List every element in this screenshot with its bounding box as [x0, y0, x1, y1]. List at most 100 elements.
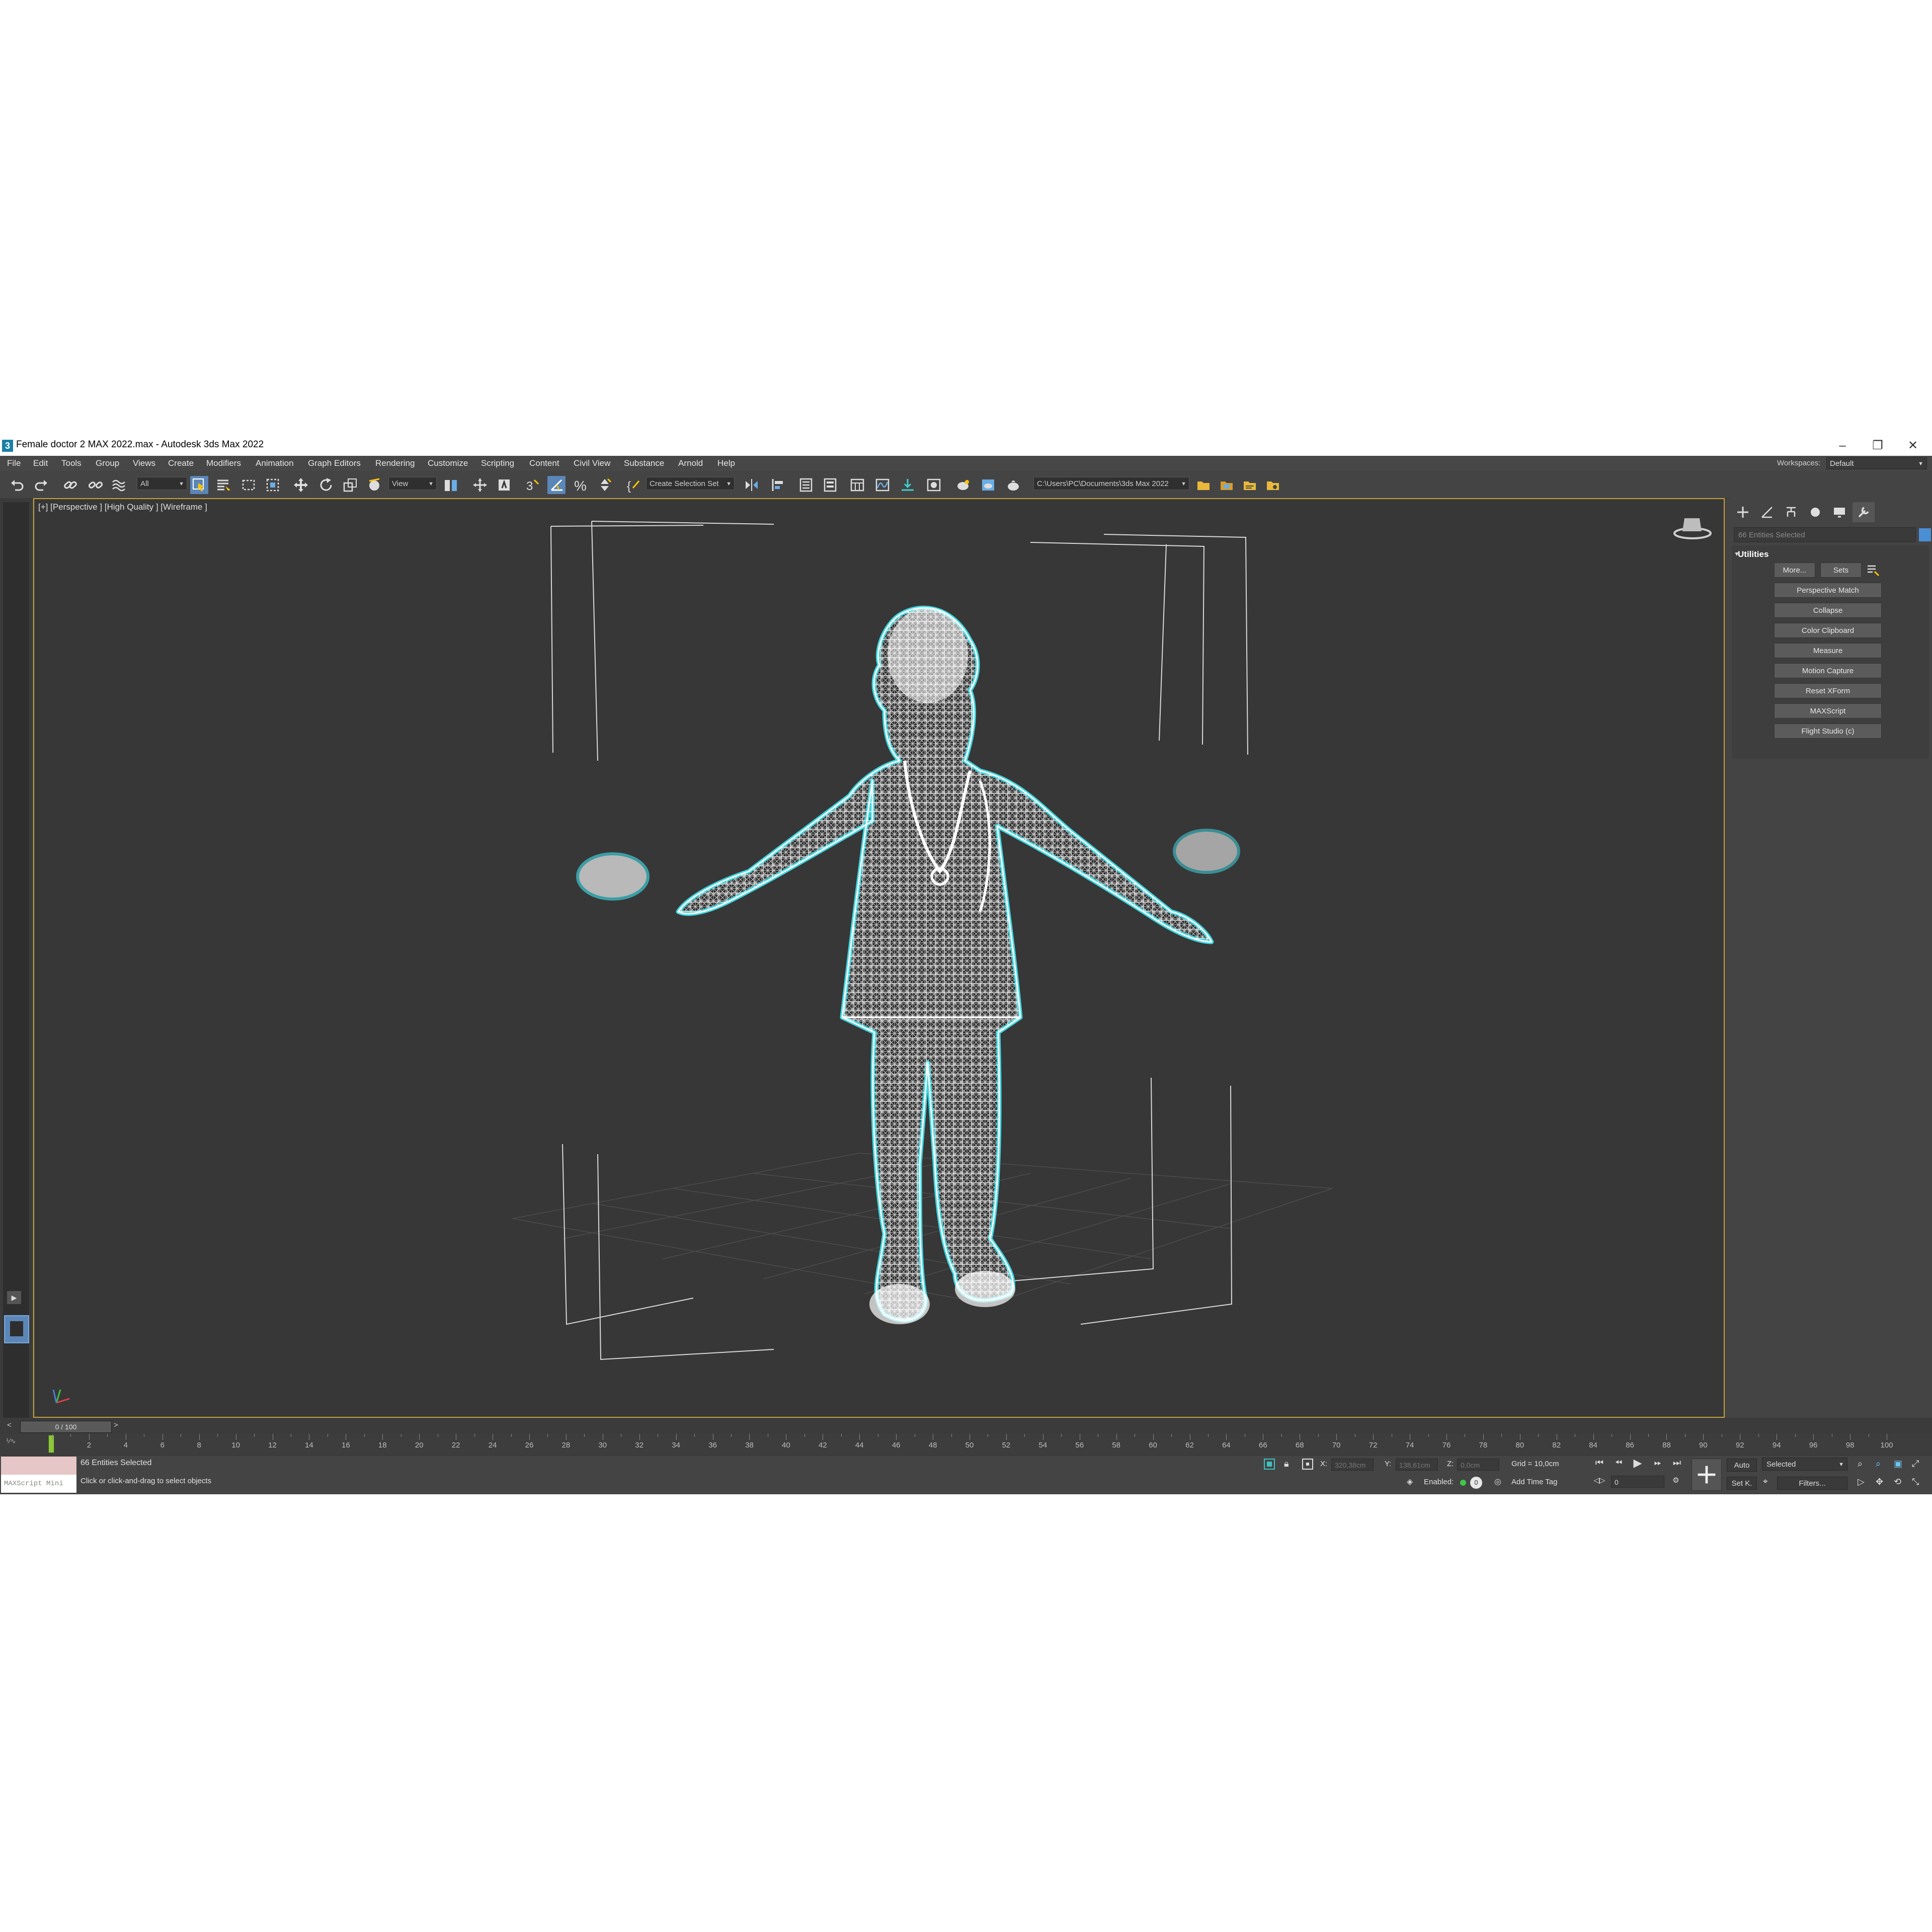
tab-hierarchy[interactable] — [1780, 502, 1802, 522]
menu-customize[interactable]: Customize — [428, 458, 468, 468]
menu-content[interactable]: Content — [529, 458, 559, 468]
absolute-mode-toggle[interactable] — [1302, 1459, 1313, 1470]
move-button[interactable] — [292, 476, 310, 494]
isolate-selection-toggle[interactable] — [1264, 1459, 1275, 1470]
create-selection-set-dropdown[interactable]: Create Selection Set ▼ — [646, 477, 735, 490]
zoom-extents-all-icon[interactable]: ⤢ — [1912, 1459, 1919, 1469]
tab-motion[interactable] — [1804, 502, 1826, 522]
schematic-view-button[interactable] — [899, 476, 917, 494]
percent-snap-button[interactable]: % — [572, 476, 590, 494]
menu-civil-view[interactable]: Civil View — [574, 458, 610, 468]
time-slider-next-button[interactable]: > — [114, 1421, 118, 1429]
filters-button[interactable]: Filters... — [1777, 1477, 1847, 1490]
tab-utilities[interactable] — [1853, 502, 1875, 522]
time-tag-icon[interactable]: ◎ — [1494, 1477, 1501, 1487]
project-settings-button[interactable] — [1241, 476, 1259, 494]
selection-name-field[interactable]: 66 Entities Selected — [1734, 527, 1916, 542]
unlink-button[interactable] — [87, 476, 105, 494]
select-manipulate-button[interactable] — [471, 476, 489, 494]
snaps-toggle-button[interactable]: 3 — [523, 476, 541, 494]
field-of-view-icon[interactable]: ▷ — [1858, 1477, 1865, 1487]
workspaces-dropdown[interactable]: Default ▼ — [1826, 457, 1927, 469]
project-path-dropdown[interactable]: C:\Users\PC\Documents\3ds Max 2022 ▼ — [1033, 477, 1189, 490]
current-frame-marker[interactable] — [48, 1435, 54, 1453]
configure-button-sets-button[interactable] — [1866, 562, 1881, 578]
maxscript-listener[interactable]: MAXScript Mini — [1, 1457, 76, 1493]
select-object-button[interactable] — [190, 476, 208, 494]
utility-color-clipboard-button[interactable]: Color Clipboard — [1774, 623, 1882, 638]
menu-group[interactable]: Group — [96, 458, 119, 468]
reference-coordinate-dropdown[interactable]: View ▼ — [388, 477, 437, 490]
viewcube[interactable] — [1673, 518, 1712, 539]
more-button[interactable]: More... — [1774, 562, 1815, 578]
add-time-tag-button[interactable]: Add Time Tag — [1511, 1478, 1557, 1486]
select-by-name-button[interactable] — [214, 476, 232, 494]
rendered-frame-window-button[interactable] — [979, 476, 997, 494]
z-coord-field[interactable]: 0,0cm — [1457, 1459, 1499, 1471]
menu-create[interactable]: Create — [168, 458, 194, 468]
expand-layout-button[interactable]: ▶ — [7, 1291, 21, 1304]
utility-flight-studio-button[interactable]: Flight Studio (c) — [1774, 723, 1882, 739]
menu-views[interactable]: Views — [133, 458, 155, 468]
place-button[interactable] — [365, 476, 383, 494]
track-bar[interactable]: ⅟∿ 2 4 6 8 10 12 14 16 18 20 22 24 26 28 30 32 34 36 38 40 4… — [0, 1434, 1932, 1455]
utility-reset-xform-button[interactable]: Reset XForm — [1774, 683, 1882, 698]
tab-display[interactable] — [1828, 502, 1850, 522]
maximize-viewport-icon[interactable]: ⤡ — [1912, 1477, 1919, 1487]
menu-graph-editors[interactable]: Graph Editors — [308, 458, 361, 468]
open-folder-button[interactable] — [1218, 476, 1236, 494]
utility-maxscript-button[interactable]: MAXScript — [1774, 703, 1882, 718]
mirror-button[interactable] — [743, 476, 761, 494]
key-filter-dropdown[interactable]: Selected ▼ — [1762, 1458, 1847, 1471]
go-to-start-button[interactable]: ⏮ — [1592, 1458, 1607, 1468]
rotate-button[interactable] — [317, 476, 335, 494]
set-key-big-button[interactable] — [1692, 1459, 1722, 1491]
keyboard-shortcut-override-button[interactable] — [495, 476, 513, 494]
current-frame-field[interactable]: 0 — [1611, 1476, 1664, 1488]
x-coord-field[interactable]: 320,38cm — [1331, 1459, 1374, 1471]
selection-filter-dropdown[interactable]: All ▼ — [137, 477, 187, 490]
close-button[interactable]: ✕ — [1898, 437, 1928, 455]
utility-measure-button[interactable]: Measure — [1774, 643, 1882, 658]
time-tag-counter[interactable]: 0 — [1470, 1477, 1482, 1489]
menu-animation[interactable]: Animation — [256, 458, 294, 468]
go-to-end-button[interactable]: ⏭ — [1669, 1458, 1684, 1468]
menu-tools[interactable]: Tools — [61, 458, 82, 468]
zoom-extents-icon[interactable]: ▣ — [1894, 1459, 1902, 1469]
material-editor-button[interactable] — [925, 476, 943, 494]
align-button[interactable] — [770, 476, 788, 494]
key-filters-icon[interactable]: ⌖ — [1763, 1477, 1768, 1487]
previous-frame-button[interactable]: ⏪︎ — [1611, 1458, 1626, 1468]
scale-button[interactable] — [341, 476, 359, 494]
project-manager-button[interactable] — [1264, 476, 1282, 494]
sets-button[interactable]: Sets — [1820, 562, 1862, 578]
object-color-swatch[interactable] — [1919, 528, 1931, 541]
undo-button[interactable] — [8, 476, 26, 494]
layer-explorer-button[interactable] — [821, 476, 839, 494]
bind-spacewarp-button[interactable] — [110, 476, 128, 494]
viewport-label-menu[interactable]: [+] [Perspective ] [High Quality ] [Wire… — [38, 502, 207, 512]
spinner-snap-button[interactable] — [596, 476, 614, 494]
menu-file[interactable]: File — [7, 458, 21, 468]
time-slider-thumb[interactable]: 0 / 100 — [20, 1421, 112, 1433]
key-mode-toggle[interactable]: ◁▷ — [1592, 1476, 1607, 1485]
menu-substance[interactable]: Substance — [624, 458, 664, 468]
curve-editor-mini-icon[interactable]: ⅟∿ — [6, 1437, 28, 1451]
edit-named-selection-button[interactable]: { — [624, 476, 642, 494]
play-button[interactable]: ▶ — [1630, 1457, 1645, 1470]
viewport-layout-thumbnail[interactable] — [4, 1315, 29, 1343]
time-slider-prev-button[interactable]: < — [7, 1421, 12, 1429]
rectangular-selection-button[interactable] — [239, 476, 258, 494]
set-key-button[interactable]: Set K. — [1727, 1477, 1757, 1490]
tab-create[interactable] — [1732, 502, 1754, 522]
render-production-button[interactable] — [1004, 476, 1022, 494]
utility-motion-capture-button[interactable]: Motion Capture — [1774, 663, 1882, 678]
maxscript-input[interactable]: MAXScript Mini — [1, 1475, 76, 1493]
next-frame-button[interactable]: ⏩︎ — [1650, 1458, 1665, 1468]
menu-edit[interactable]: Edit — [33, 458, 48, 468]
menu-help[interactable]: Help — [717, 458, 735, 468]
tab-modify[interactable] — [1756, 502, 1778, 522]
link-button[interactable] — [61, 476, 79, 494]
adaptive-degradation-icon[interactable]: ◈ — [1407, 1477, 1413, 1487]
menu-arnold[interactable]: Arnold — [678, 458, 703, 468]
